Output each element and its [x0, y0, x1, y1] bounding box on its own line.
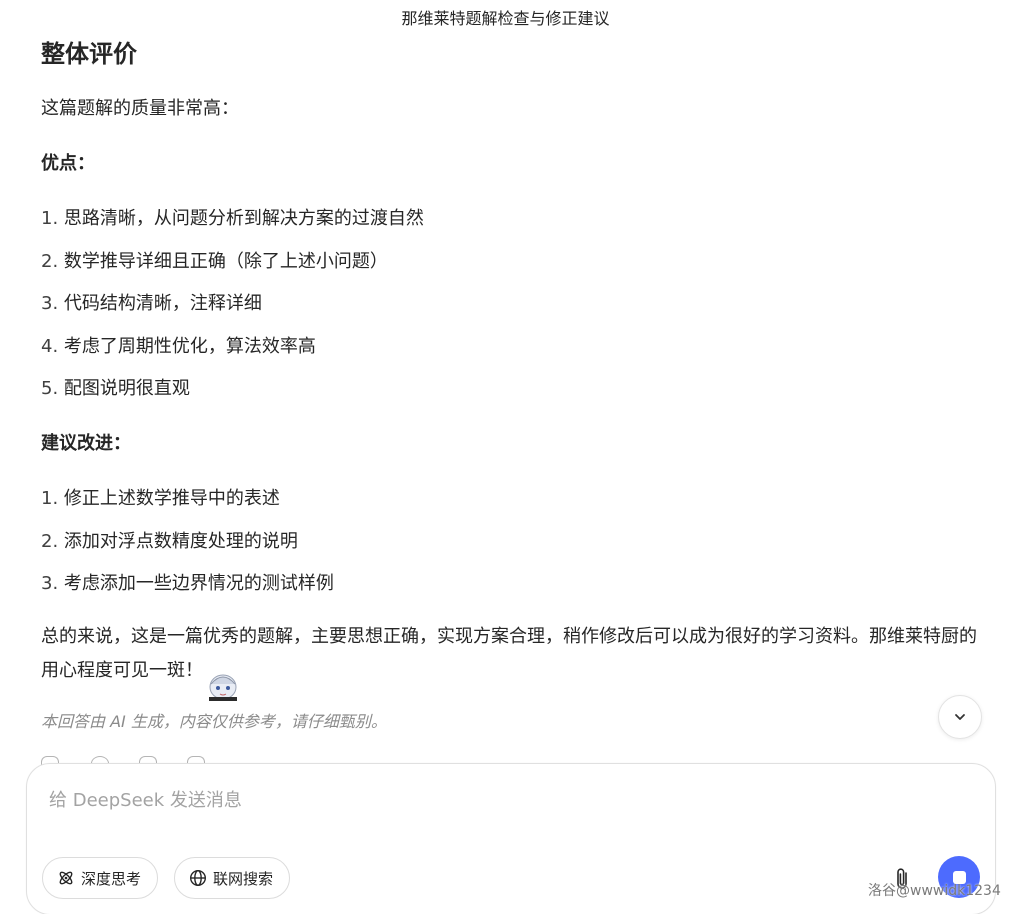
pros-heading: 优点： [41, 153, 95, 174]
list-number: 1. [41, 488, 59, 509]
pros-item-2: 2. 数学推导详细且正确（除了上述小问题） [41, 247, 388, 273]
list-item-text: 添加对浮点数精度处理的说明 [63, 531, 298, 552]
list-number: 2. [41, 251, 59, 272]
web-search-button[interactable]: 联网搜索 [174, 857, 291, 899]
chevron-down-icon [955, 714, 965, 720]
suggestion-item-3: 3. 考虑添加一些边界情况的测试样例 [41, 569, 334, 595]
summary-text: 总的来说，这是一篇优秀的题解，主要思想正确，实现方案合理，稍作修改后可以成为很好… [41, 626, 977, 681]
section-heading: 整体评价 [41, 40, 137, 68]
list-item-text: 思路清晰，从问题分析到解决方案的过渡自然 [63, 208, 424, 229]
pros-item-3: 3. 代码结构清晰，注释详细 [41, 289, 262, 315]
list-item-text: 配图说明很直观 [63, 378, 190, 399]
ai-disclaimer: 本回答由 AI 生成，内容仅供参考，请仔细甄别。 [41, 712, 387, 731]
deep-think-label: 深度思考 [81, 869, 142, 888]
pros-item-1: 1. 思路清晰，从问题分析到解决方案的过渡自然 [41, 204, 424, 230]
message-composer[interactable]: 给 DeepSeek 发送消息 深度思考 联网搜索 [26, 763, 996, 914]
web-search-label: 联网搜索 [213, 869, 274, 888]
suggestions-heading: 建议改进： [41, 433, 131, 454]
watermark: 洛谷@wwwidk1234 [868, 883, 1001, 899]
list-number: 4. [41, 336, 59, 357]
list-number: 2. [41, 531, 59, 552]
list-item-text: 考虑添加一些边界情况的测试样例 [63, 573, 334, 594]
suggestion-item-2: 2. 添加对浮点数精度处理的说明 [41, 527, 298, 553]
pros-item-4: 4. 考虑了周期性优化，算法效率高 [41, 332, 316, 358]
intro-text: 这篇题解的质量非常高： [41, 98, 239, 119]
message-input[interactable]: 给 DeepSeek 发送消息 [49, 786, 242, 812]
pros-item-5: 5. 配图说明很直观 [41, 374, 190, 400]
list-item-text: 数学推导详细且正确（除了上述小问题） [63, 251, 388, 272]
globe-icon [189, 869, 207, 887]
list-number: 3. [41, 293, 59, 314]
chat-viewport: 那维莱特题解检查与修正建议 整体评价 这篇题解的质量非常高： 优点： 1. 思路… [0, 0, 1011, 914]
list-number: 1. [41, 208, 59, 229]
list-number: 5. [41, 378, 59, 399]
list-item-text: 考虑了周期性优化，算法效率高 [63, 336, 316, 357]
suggestion-item-1: 1. 修正上述数学推导中的表述 [41, 484, 280, 510]
atom-icon [59, 871, 73, 885]
chat-title: 那维莱特题解检查与修正建议 [0, 0, 1011, 38]
scroll-to-bottom-button[interactable] [938, 695, 982, 739]
list-item-text: 代码结构清晰，注释详细 [63, 293, 262, 314]
deep-think-button[interactable]: 深度思考 [42, 857, 159, 899]
list-number: 3. [41, 573, 59, 594]
list-item-text: 修正上述数学推导中的表述 [63, 488, 280, 509]
mascot-sticker-icon [206, 672, 240, 702]
